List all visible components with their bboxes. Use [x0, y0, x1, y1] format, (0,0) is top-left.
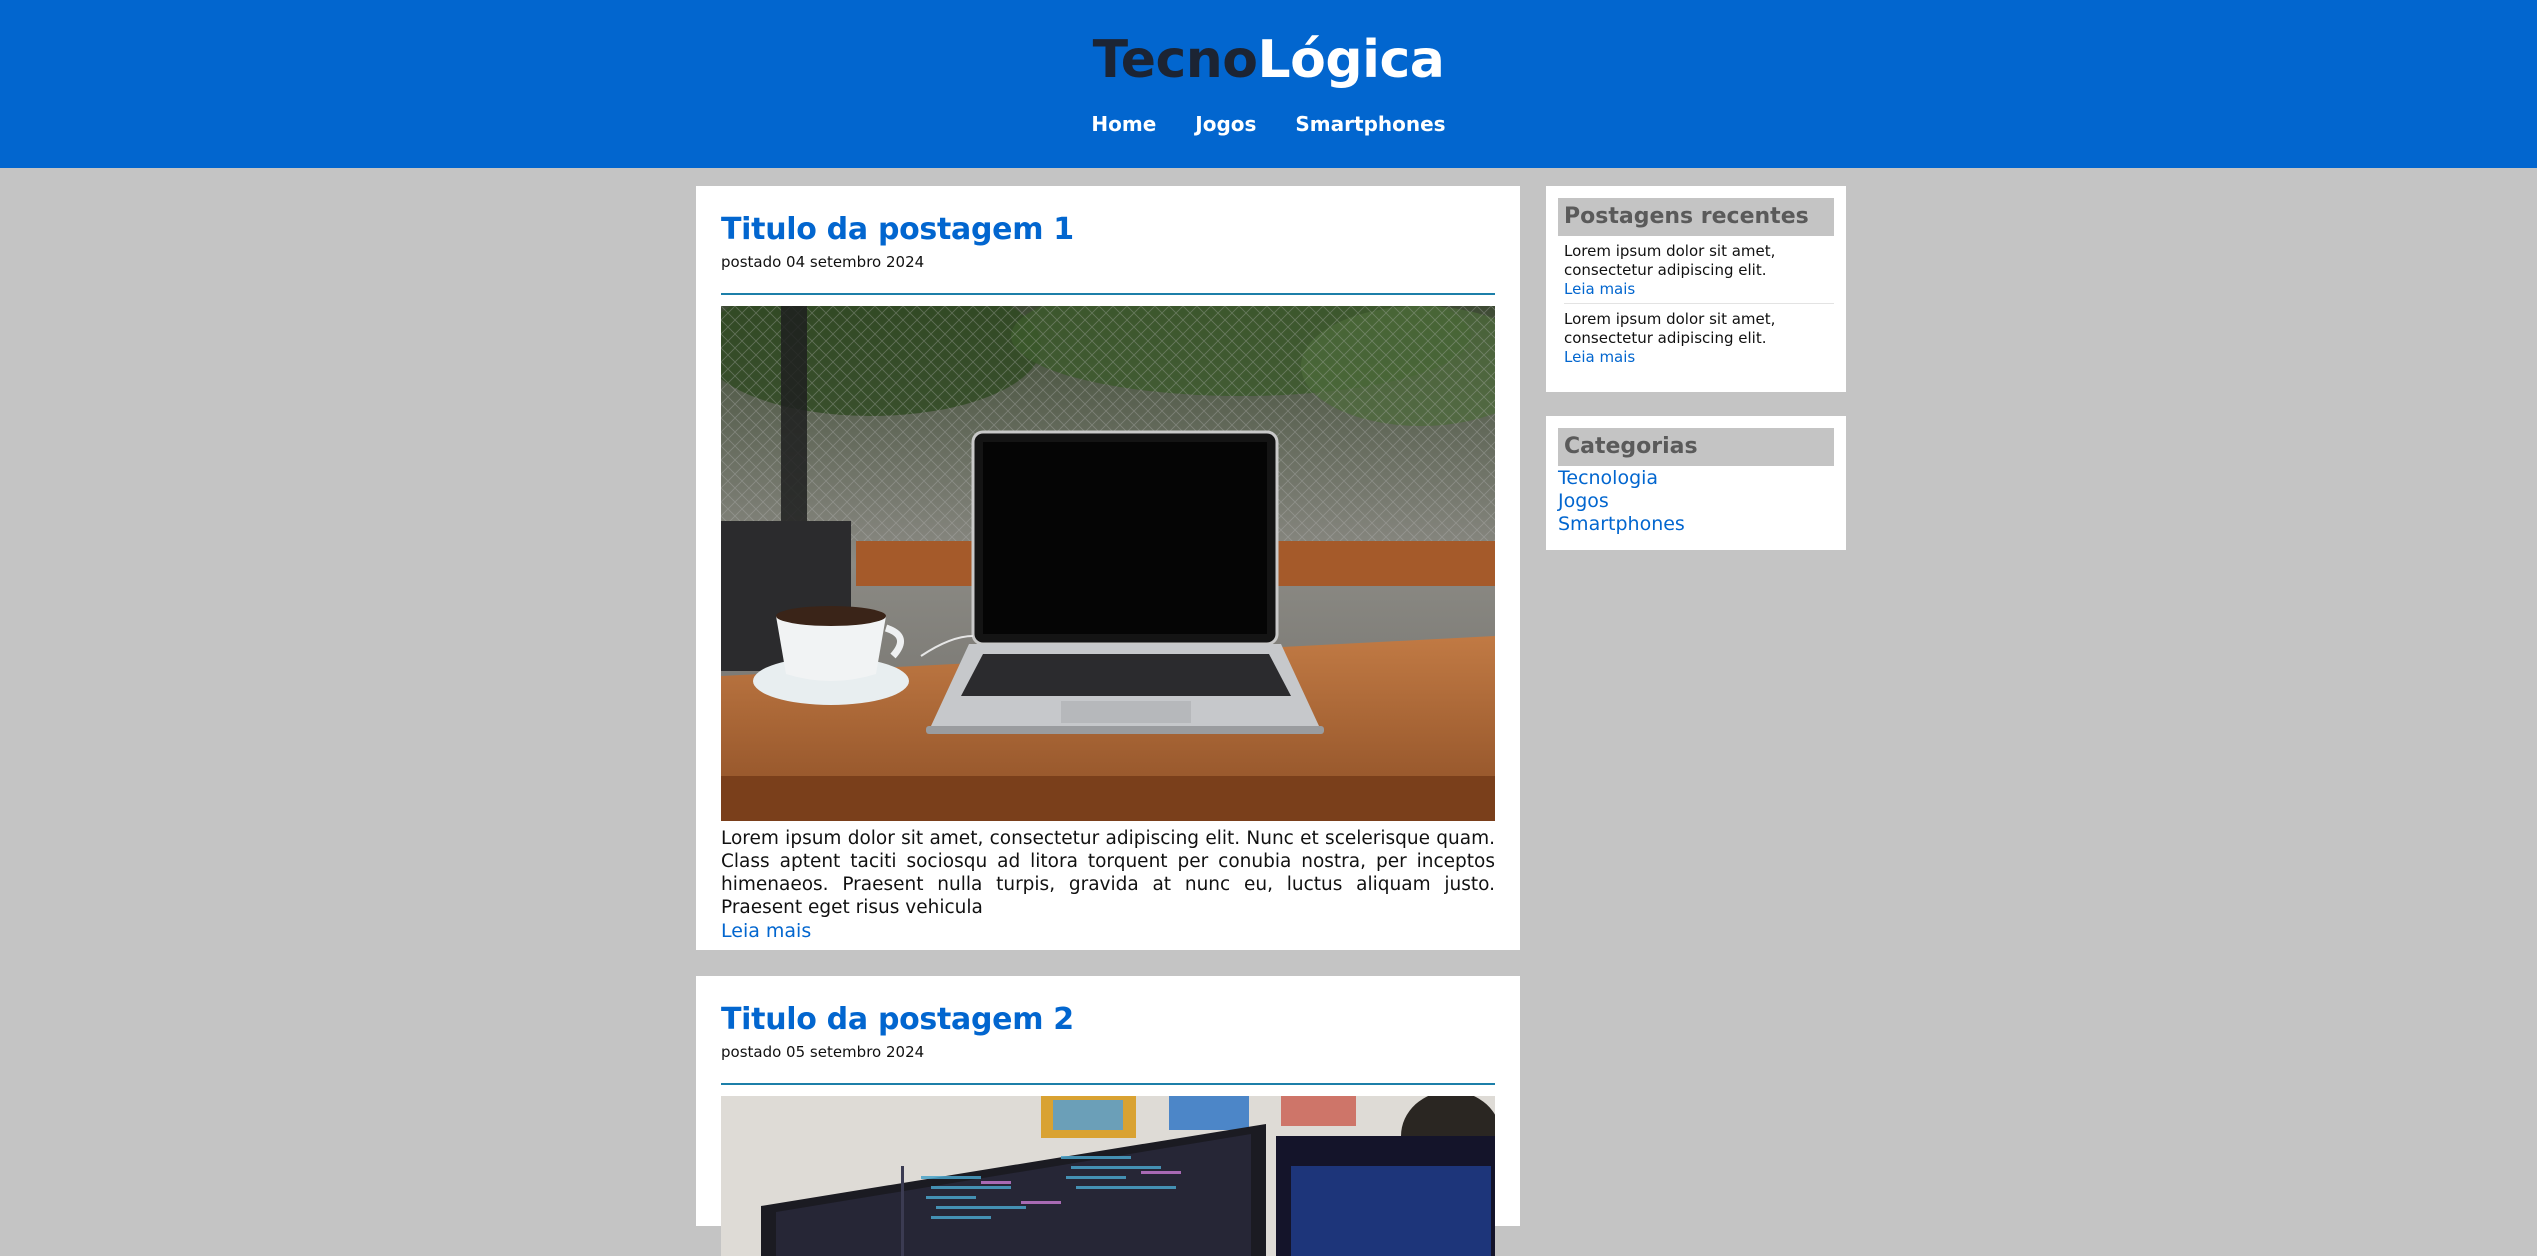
nav-jogos[interactable]: Jogos — [1195, 112, 1256, 136]
recent-post-excerpt: Lorem ipsum dolor sit amet, consectetur … — [1564, 310, 1776, 347]
nav-home[interactable]: Home — [1091, 112, 1156, 136]
read-more-link[interactable]: Leia mais — [721, 919, 1495, 943]
post-date: postado 04 setembro 2024 — [721, 253, 925, 271]
category-smartphones[interactable]: Smartphones — [1558, 513, 1834, 536]
site-header: TecnoLógica Home Jogos Smartphones — [0, 0, 2537, 168]
list-item: Lorem ipsum dolor sit amet, consectetur … — [1564, 236, 1834, 303]
post-title[interactable]: Titulo da postagem 1 — [721, 186, 1495, 250]
nav-smartphones[interactable]: Smartphones — [1295, 112, 1445, 136]
read-more-link[interactable]: Leia mais — [1564, 280, 1635, 298]
post-divider — [721, 293, 1495, 295]
logo-part-logica: Lógica — [1257, 30, 1445, 90]
category-jogos[interactable]: Jogos — [1558, 490, 1834, 513]
post-card: Titulo da postagem 2 postado 05 setembro… — [696, 976, 1520, 1256]
laptop-on-desk-photo — [721, 306, 1495, 821]
recent-post-excerpt: Lorem ipsum dolor sit amet, consectetur … — [1564, 242, 1776, 279]
post-title[interactable]: Titulo da postagem 2 — [721, 976, 1495, 1040]
post-date: postado 05 setembro 2024 — [721, 1043, 925, 1061]
post-excerpt: Lorem ipsum dolor sit amet, consectetur … — [721, 828, 1495, 918]
read-more-link[interactable]: Leia mais — [1564, 348, 1635, 366]
site-logo[interactable]: TecnoLógica — [0, 28, 2537, 92]
main-nav: Home Jogos Smartphones — [0, 108, 2537, 140]
recent-posts-widget: Postagens recentes Lorem ipsum dolor sit… — [1546, 186, 1846, 392]
categories-widget: Categorias Tecnologia Jogos Smartphones — [1546, 416, 1846, 550]
widget-title: Postagens recentes — [1558, 198, 1834, 236]
logo-part-tecno: Tecno — [1092, 30, 1258, 90]
widget-title: Categorias — [1558, 428, 1834, 466]
category-list: Tecnologia Jogos Smartphones — [1546, 466, 1846, 546]
list-item: Lorem ipsum dolor sit amet, consectetur … — [1564, 303, 1834, 371]
post-divider — [721, 1083, 1495, 1085]
category-tecnologia[interactable]: Tecnologia — [1558, 467, 1834, 490]
monitors-with-code-photo — [721, 1096, 1495, 1256]
post-card: Titulo da postagem 1 postado 04 setembro… — [696, 186, 1520, 950]
